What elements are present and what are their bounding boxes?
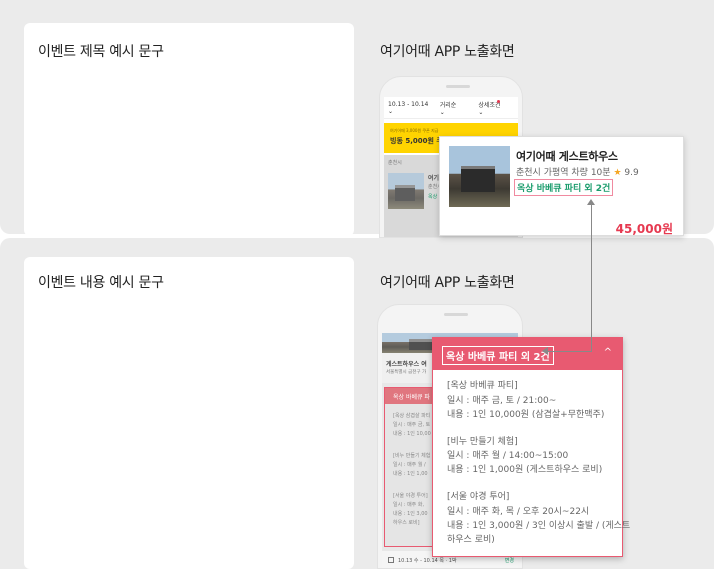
event-detail-header[interactable]: 옥상 바베큐 파티 외 2건 ^ xyxy=(433,338,622,370)
sort-filter[interactable]: 거리순 ⌄ xyxy=(440,100,461,116)
star-icon: ★ xyxy=(613,168,622,178)
mini-line: 내용 : 1인 3,00 xyxy=(393,511,428,517)
listing-tag: 옥상 xyxy=(428,194,438,200)
mini-line: 내용 : 1인 10,00 xyxy=(393,431,431,437)
mini-line: [비누 만들기 체험 xyxy=(393,453,431,459)
date-filter[interactable]: 10.13 - 10.14 ⌄ xyxy=(388,101,430,115)
detail-line: [서울 야경 투어] xyxy=(447,492,510,502)
listing-location: 춘천시 가평역 차량 10분 ★ 9.9 xyxy=(516,165,639,178)
rating-value: 9.9 xyxy=(624,168,639,178)
connector-horizontal xyxy=(546,351,592,352)
arrow-up-icon xyxy=(587,199,595,205)
arrow-left-icon xyxy=(542,347,548,355)
mini-line: 일시 : 매주 금, 토 xyxy=(393,422,431,428)
date-change-link[interactable]: 변경 xyxy=(505,557,514,564)
event-detail-popup[interactable]: 옥상 바베큐 파티 외 2건 ^ [옥상 바베큐 파티] 일시 : 매주 금, … xyxy=(432,337,630,557)
detail-line: 일시 : 매주 금, 토 / 21:00~ xyxy=(447,396,557,406)
event-title-label: 이벤트 제목 예시 문구 xyxy=(38,44,164,60)
calendar-icon xyxy=(388,557,394,563)
event-content-card xyxy=(24,257,354,569)
listing-thumbnail xyxy=(388,173,424,209)
mini-line: 하우스 로비] xyxy=(393,520,420,526)
detail-line: 하우스 로비) xyxy=(447,535,495,545)
mini-line: 내용 : 1인 1,00 xyxy=(393,471,428,477)
date-range: 10.13 수 - 10.14 목 · 1박 xyxy=(398,558,457,564)
mini-line: 일시 : 매주 화, xyxy=(393,502,425,508)
app-preview-label-bottom: 여기어때 APP 노출화면 xyxy=(380,275,515,291)
listing-place: 춘천시 xyxy=(388,160,402,166)
guesthouse-thumbnail xyxy=(449,146,510,207)
event-tag[interactable]: 옥상 바베큐 파티 외 2건 xyxy=(514,179,614,196)
detail-line: [옥상 바베큐 파티] xyxy=(447,381,518,391)
mini-line: [옥상 삼겹살 파티 xyxy=(393,413,431,419)
event-content-label: 이벤트 내용 예시 문구 xyxy=(38,275,164,291)
hotel-address: 서울특별시 금천구 가 xyxy=(386,370,427,375)
detail-line: 내용 : 1인 10,000원 (삼겹살+무한맥주) xyxy=(447,410,605,420)
filter-bar[interactable]: 10.13 - 10.14 ⌄ 거리순 ⌄ 상세조건 ⌄ xyxy=(384,97,518,119)
highlight-listing-card[interactable]: 여기어때 게스트하우스 춘천시 가평역 차량 10분 ★ 9.9 옥상 바베큐 … xyxy=(439,136,684,236)
detail-line: 일시 : 매주 월 / 14:00~15:00 xyxy=(447,451,569,461)
detail-line: 내용 : 1인 1,000원 (게스트하우스 로비) xyxy=(447,465,603,475)
location-text: 춘천시 가평역 차량 10분 xyxy=(516,168,611,178)
hotel-name: 게스트하우스 여 xyxy=(386,361,427,368)
detail-filter[interactable]: 상세조건 ⌄ xyxy=(478,100,504,116)
filter-dot-icon xyxy=(497,100,500,103)
listing-price: 45,000원 xyxy=(615,222,673,236)
mini-line: 일시 : 매주 월 / xyxy=(393,462,426,468)
chevron-up-icon[interactable]: ^ xyxy=(604,347,612,358)
phone-speaker xyxy=(444,313,468,316)
event-detail-title: 옥상 바베큐 파티 외 2건 xyxy=(442,346,554,365)
detail-line: [비누 만들기 체험] xyxy=(447,437,518,447)
detail-line: 내용 : 1인 3,000원 / 3인 이상시 출발 / (게스트 xyxy=(447,521,631,531)
mini-line: [서울 야경 투어] xyxy=(393,493,428,499)
app-preview-label-top: 여기어때 APP 노출화면 xyxy=(380,44,515,60)
listing-title: 여기어때 게스트하우스 xyxy=(516,150,618,163)
banner-subtext: 여기어때 3,000원 쿠폰 지급 xyxy=(390,128,439,133)
phone-speaker xyxy=(446,85,470,88)
connector-vertical xyxy=(591,203,592,351)
detail-line: 일시 : 매주 화, 목 / 오후 20시~22시 xyxy=(447,507,590,517)
